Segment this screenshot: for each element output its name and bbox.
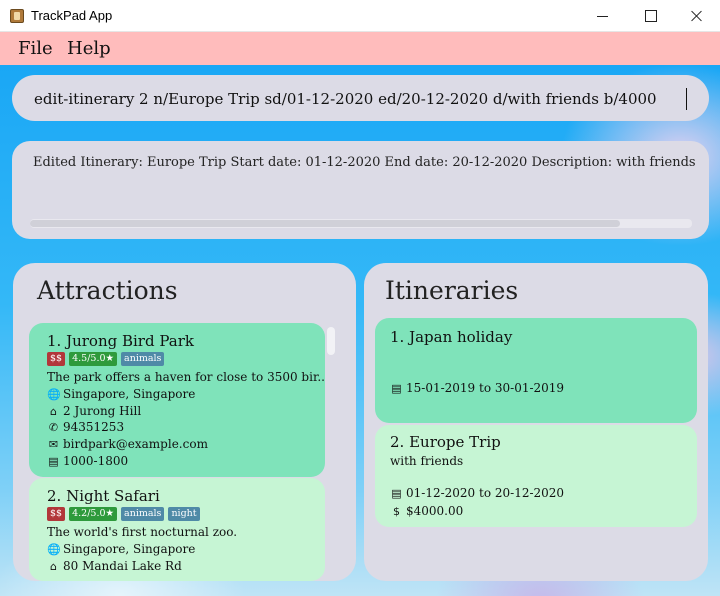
result-text: Edited Itinerary: Europe Trip Start date… [33, 155, 698, 170]
phone-icon: ✆ [48, 420, 59, 434]
category-tag: animals [121, 507, 165, 521]
category-tag: animals [121, 352, 165, 366]
attraction-location: 🌐 Singapore, Singapore [47, 542, 196, 556]
itinerary-card[interactable]: 1. Japan holiday ▤ 15-01-2019 to 30-01-20… [375, 318, 697, 423]
calendar-icon: ▤ [391, 486, 402, 500]
result-scrollbar-thumb[interactable] [30, 220, 620, 227]
itinerary-dates: ▤ 01-12-2020 to 20-12-2020 [391, 486, 565, 500]
window-titlebar: TrackPad App [0, 0, 720, 32]
itinerary-name: 2. Europe Trip [390, 433, 501, 451]
globe-icon: 🌐 [47, 387, 61, 401]
result-display: Edited Itinerary: Europe Trip Start date… [12, 141, 709, 239]
category-tag: night [168, 507, 200, 521]
rating-tag: 4.5/5.0★ [69, 352, 118, 366]
rating-tag: 4.2/5.0★ [69, 507, 118, 521]
calendar-icon: ▤ [391, 381, 402, 395]
attraction-address: ⌂ 2 Jurong Hill [47, 404, 141, 418]
attraction-location: 🌐 Singapore, Singapore [47, 387, 196, 401]
text-caret [686, 88, 687, 110]
itinerary-description: with friends [390, 454, 464, 468]
attraction-card[interactable]: 1. Jurong Bird Park $$ 4.5/5.0★ animals … [29, 323, 325, 477]
menu-bar: File Help [0, 32, 720, 65]
attraction-description: The park offers a haven for close to 350… [47, 370, 325, 384]
attraction-name: 2. Night Safari [47, 487, 160, 505]
menu-help[interactable]: Help [67, 38, 111, 59]
attraction-tags: $$ 4.5/5.0★ animals [47, 352, 165, 366]
close-button[interactable] [674, 0, 720, 32]
price-tag: $$ [47, 507, 66, 521]
attraction-tags: $$ 4.2/5.0★ animals night [47, 507, 200, 521]
home-icon: ⌂ [50, 559, 57, 573]
calendar-icon: ▤ [48, 454, 59, 468]
attraction-hours: ▤ 1000-1800 [48, 454, 129, 468]
itineraries-title: Itineraries [385, 276, 519, 305]
itinerary-name: 1. Japan holiday [390, 328, 513, 346]
attraction-name: 1. Jurong Bird Park [47, 332, 194, 350]
menu-file[interactable]: File [18, 38, 53, 59]
attractions-scrollbar[interactable] [326, 323, 336, 568]
itineraries-panel: Itineraries 1. Japan holiday ▤ 15-01-2019… [364, 263, 708, 581]
itinerary-budget: $ $4000.00 [390, 504, 463, 518]
attraction-address: ⌂ 80 Mandai Lake Rd [47, 559, 182, 573]
itinerary-dates: ▤ 15-01-2019 to 30-01-2019 [391, 381, 565, 395]
attraction-email: ✉ birdpark@example.com [48, 437, 208, 451]
attraction-phone: ✆ 94351253 [48, 420, 125, 434]
price-tag: $$ [47, 352, 66, 366]
minimize-button[interactable] [580, 0, 626, 32]
envelope-icon: ✉ [48, 437, 59, 451]
attractions-scrollbar-thumb[interactable] [327, 327, 335, 355]
command-box [12, 75, 709, 121]
attractions-panel: Attractions 1. Jurong Bird Park $$ 4.5/5… [13, 263, 356, 581]
globe-icon: 🌐 [47, 542, 61, 556]
app-icon [10, 9, 24, 23]
command-input[interactable] [34, 87, 684, 111]
maximize-button[interactable] [627, 0, 673, 32]
window-title: TrackPad App [31, 8, 113, 23]
attraction-card[interactable]: 2. Night Safari $$ 4.2/5.0★ animals nigh… [29, 478, 325, 581]
home-icon: ⌂ [50, 404, 57, 418]
itinerary-card[interactable]: 2. Europe Trip with friends ▤ 01-12-2020 … [375, 425, 697, 527]
attraction-description: The world's first nocturnal zoo. [47, 525, 238, 539]
attractions-title: Attractions [37, 276, 178, 305]
dollar-icon: $ [393, 504, 400, 518]
